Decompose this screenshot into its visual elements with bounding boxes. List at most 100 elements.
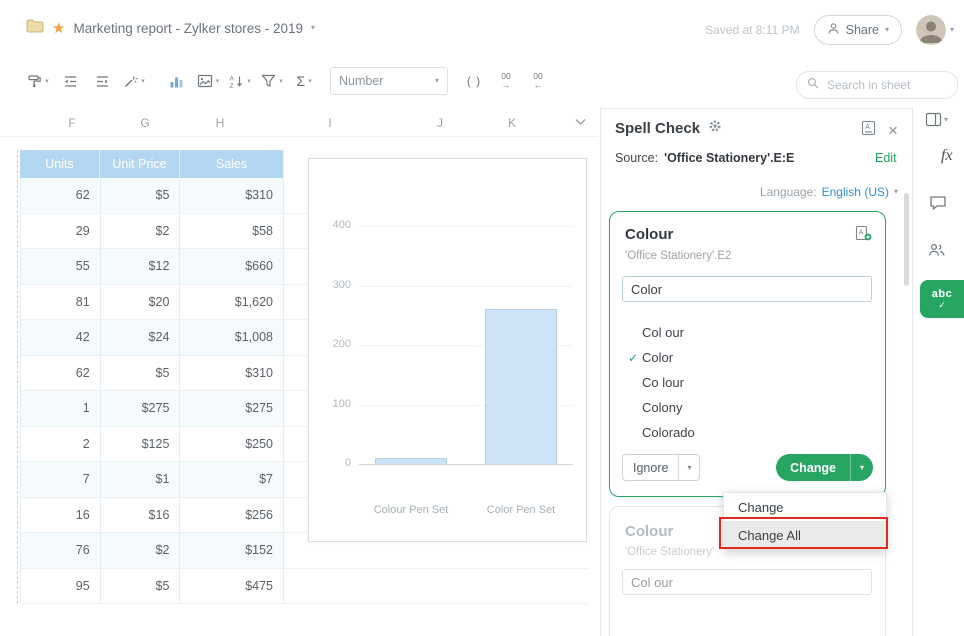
selection-dashed-line [17,150,18,604]
cell[interactable]: 76 [21,533,101,568]
sort-button[interactable]: AZ ▾ [224,67,256,95]
cell[interactable]: $250 [180,427,284,462]
favorite-star-icon[interactable]: ★ [52,21,65,36]
cell[interactable]: $1,008 [180,320,284,355]
spellcheck-panel: Spell Check A × Source: 'Office Statione… [600,108,912,636]
header-cell-sales[interactable]: Sales [180,150,284,178]
cell[interactable]: $2 [101,533,181,568]
column-letter-J[interactable]: J [437,116,443,130]
cell[interactable]: 7 [21,462,101,497]
account-menu[interactable]: ▾ [916,15,954,45]
ignore-button[interactable]: Ignore ▾ [622,454,700,481]
cell[interactable]: 16 [21,498,101,533]
cell[interactable]: $5 [101,178,181,213]
cell[interactable]: $5 [101,569,181,604]
cell[interactable]: $16 [101,498,181,533]
cell[interactable]: 2 [21,427,101,462]
menu-item-change-all[interactable]: Change All [724,521,886,549]
cell[interactable]: $256 [180,498,284,533]
cell[interactable]: $660 [180,249,284,284]
close-icon[interactable]: × [888,122,898,139]
cell[interactable]: 29 [21,214,101,249]
cell[interactable]: 62 [21,356,101,391]
edit-link[interactable]: Edit [875,151,897,165]
suggestion-item[interactable]: Col our [622,320,872,345]
chevron-down-icon[interactable]: ▾ [950,26,954,34]
column-letter-H[interactable]: H [216,116,225,130]
decrease-decimal-icon: 00← [533,72,542,91]
cell[interactable]: $1,620 [180,285,284,320]
replacement-input[interactable] [622,276,872,302]
header-cell-unit-price[interactable]: Unit Price [100,150,180,178]
cell[interactable]: 95 [21,569,101,604]
cell[interactable]: 62 [21,178,101,213]
filter-button[interactable]: ▾ [256,67,288,95]
collapse-chevron-icon[interactable] [574,113,587,131]
suggestion-item[interactable]: Co lour [622,370,872,395]
chevron-down-icon[interactable]: ▾ [311,24,315,32]
indent-button[interactable] [86,67,118,95]
collaborators-icon[interactable] [927,243,947,257]
column-letter-F[interactable]: F [68,116,75,130]
cell[interactable]: $20 [101,285,181,320]
chevron-down-icon[interactable]: ▾ [851,464,873,472]
menu-item-change[interactable]: Change [724,493,886,521]
functions-icon[interactable]: fx [941,147,953,165]
parentheses-format-button[interactable]: ( ) [458,67,490,95]
side-panel-toggle-icon[interactable]: ▾ [925,112,948,127]
share-button[interactable]: Share ▾ [814,15,902,45]
column-letter-G[interactable]: G [140,116,149,130]
folder-icon[interactable] [26,19,44,38]
cell[interactable]: $2 [101,214,181,249]
add-to-dictionary-icon[interactable]: A [855,225,872,246]
next-replacement-input[interactable] [622,569,872,595]
cell[interactable]: $58 [180,214,284,249]
cell[interactable]: $125 [101,427,181,462]
column-letter-K[interactable]: K [508,116,516,130]
chevron-down-icon[interactable]: ▾ [894,188,898,196]
rail-divider [912,108,913,636]
header-cell-units[interactable]: Units [20,150,100,178]
cell[interactable]: $7 [180,462,284,497]
cell[interactable]: 81 [21,285,101,320]
cell[interactable]: $275 [101,391,181,426]
suggestion-item[interactable]: Colorado [622,420,872,445]
comments-icon[interactable] [929,195,947,211]
column-letter-I[interactable]: I [328,116,331,130]
cell[interactable]: $310 [180,178,284,213]
insert-image-button[interactable]: ▾ [192,67,224,95]
format-painter-button[interactable]: ▾ [22,67,54,95]
cell[interactable]: 55 [21,249,101,284]
cell[interactable]: $1 [101,462,181,497]
number-format-select[interactable]: Number ▾ [330,67,448,95]
insert-chart-button[interactable] [160,67,192,95]
spellcheck-tool-icon[interactable]: abc ✓ [920,280,964,318]
sum-functions-button[interactable]: Σ ▾ [288,67,320,95]
language-select[interactable]: English (US) [822,185,889,199]
outdent-button[interactable] [54,67,86,95]
cell[interactable]: $24 [101,320,181,355]
chevron-down-icon[interactable]: ▾ [679,464,699,472]
panel-scrollbar[interactable] [904,193,909,286]
chart-card[interactable]: 0100200300400 Colour Pen SetColor Pen Se… [308,158,587,542]
spellcheck-report-icon[interactable]: A [861,120,876,141]
settings-gear-icon[interactable] [708,119,722,138]
change-button[interactable]: Change ▾ [776,454,873,481]
cell[interactable]: $475 [180,569,284,604]
search-input[interactable] [825,77,947,93]
search-box[interactable] [796,71,958,99]
increase-decimal-button[interactable]: 00→ [490,67,522,95]
cell[interactable]: 1 [21,391,101,426]
cell[interactable]: $12 [101,249,181,284]
format-wand-button[interactable]: ▾ [118,67,150,95]
cell[interactable]: $275 [180,391,284,426]
avatar[interactable] [916,15,946,45]
suggestion-item[interactable]: Colony [622,395,872,420]
suggestion-item[interactable]: ✓Color [622,345,872,370]
cell[interactable]: $152 [180,533,284,568]
document-title[interactable]: Marketing report - Zylker stores - 2019 [73,21,303,36]
cell[interactable]: $5 [101,356,181,391]
decrease-decimal-button[interactable]: 00← [522,67,554,95]
cell[interactable]: $310 [180,356,284,391]
cell[interactable]: 42 [21,320,101,355]
